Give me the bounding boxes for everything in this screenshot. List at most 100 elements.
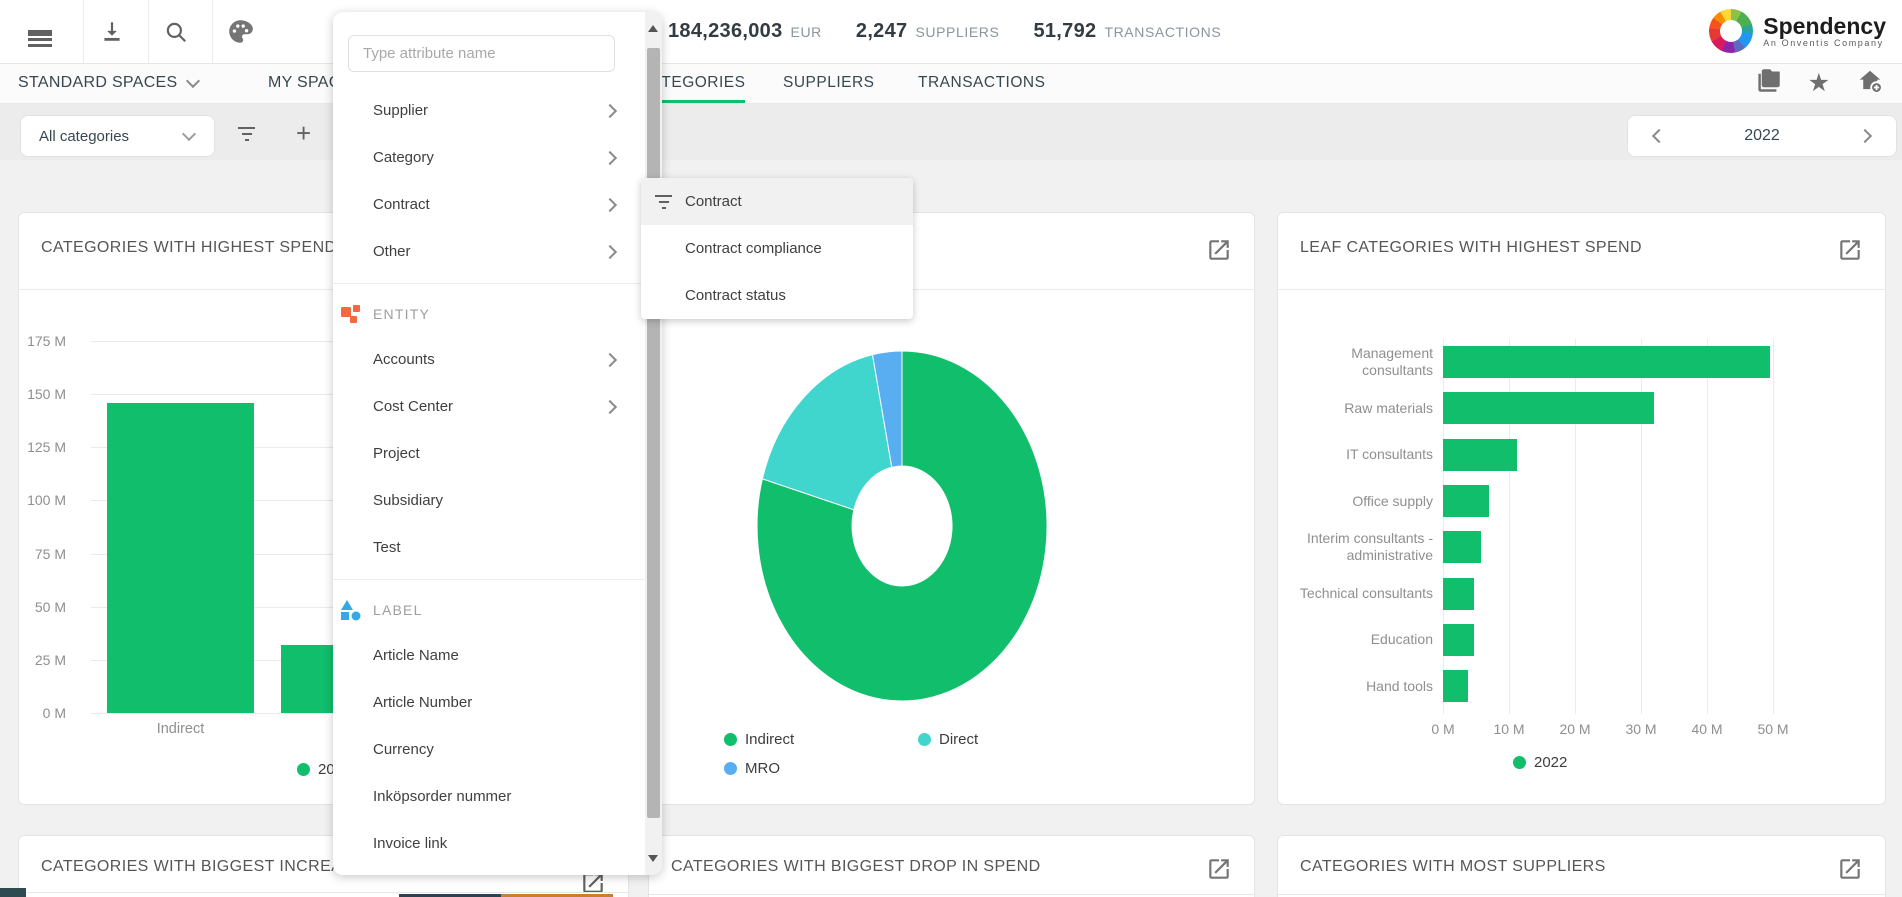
palette-icon[interactable]: [220, 0, 260, 63]
bar-indirect[interactable]: [107, 403, 254, 713]
attribute-item[interactable]: Category: [333, 134, 645, 181]
submenu-item[interactable]: Contract status: [641, 272, 913, 319]
legend-dot: [1513, 756, 1526, 769]
bar-it-consultants[interactable]: [1443, 439, 1517, 471]
topbar: 184,236,003EUR2,247SUPPLIERS51,792TRANSA…: [0, 0, 1902, 64]
logo-name: Spendency: [1763, 14, 1886, 38]
divider: [649, 894, 1254, 895]
open-in-new-icon[interactable]: [1206, 856, 1232, 882]
category-label: Management consultants: [1278, 339, 1433, 385]
bar-management-consultants[interactable]: [1443, 346, 1770, 378]
stat-value: 184,236,003: [668, 20, 783, 43]
category-label: Hand tools: [1278, 663, 1433, 709]
gridline: [1773, 339, 1774, 714]
open-in-new-icon[interactable]: [1837, 856, 1863, 882]
standard-spaces-label: STANDARD SPACES: [18, 74, 178, 92]
legend-dot: [724, 762, 737, 775]
search-icon[interactable]: [156, 0, 196, 63]
attribute-item-label: Category: [373, 149, 434, 166]
section-header-entity: ENTITY: [333, 292, 645, 336]
submenu-item[interactable]: Contract compliance: [641, 225, 913, 272]
y-axis-label: 0 M: [19, 705, 66, 721]
year-value[interactable]: 2022: [1628, 127, 1896, 145]
attribute-search-input[interactable]: [348, 35, 615, 72]
x-axis-label: 40 M: [1691, 721, 1722, 737]
hamburger-menu-icon[interactable]: [20, 0, 60, 63]
attribute-item[interactable]: Accounts: [333, 336, 645, 383]
attribute-item-label: Article Number: [373, 694, 472, 711]
tab-transactions[interactable]: TRANSACTIONS: [918, 63, 1045, 103]
bar-interim-consultants-administrative[interactable]: [1443, 531, 1481, 563]
gridline: [1707, 339, 1708, 714]
legend-dot: [724, 733, 737, 746]
x-axis-label: 30 M: [1625, 721, 1656, 737]
bar-raw-materials[interactable]: [1443, 392, 1654, 424]
entity-icon: [340, 303, 362, 325]
attribute-item[interactable]: Article Name: [333, 632, 645, 679]
scroll-down-icon[interactable]: [648, 855, 658, 862]
y-axis-label: 75 M: [19, 546, 66, 562]
attribute-item[interactable]: Currency: [333, 726, 645, 773]
legend-dot: [297, 763, 310, 776]
attribute-item[interactable]: Inköpsorder nummer: [333, 773, 645, 820]
standard-spaces-selector[interactable]: STANDARD SPACES: [18, 63, 198, 103]
space-actions: ★: [1755, 63, 1884, 103]
attribute-item[interactable]: Test: [333, 524, 645, 571]
folders-icon[interactable]: [1755, 67, 1782, 99]
attribute-item[interactable]: Other: [333, 228, 645, 275]
attribute-item[interactable]: Cost Center: [333, 383, 645, 430]
divider: [333, 283, 645, 284]
section-label: LABEL: [373, 602, 423, 618]
section-label: ENTITY: [373, 306, 430, 322]
filter-bar: All categories + 2022: [0, 103, 1902, 160]
attribute-item[interactable]: Subsidiary: [333, 477, 645, 524]
hbar-chart-leaf-categories: 0 M10 M20 M30 M40 M50 MManagement consul…: [1278, 213, 1885, 804]
chevron-right-icon: [603, 103, 617, 117]
attribute-item[interactable]: Contract: [333, 181, 645, 228]
scrollbar-thumb[interactable]: [647, 48, 660, 818]
attribute-item[interactable]: Invoice link: [333, 820, 645, 867]
card-biggest-drop: CATEGORIES WITH BIGGEST DROP IN SPEND: [648, 835, 1255, 897]
section-header-label: LABEL: [333, 588, 645, 632]
favorite-star-icon[interactable]: ★: [1808, 71, 1830, 96]
stat-value: 51,792: [1033, 20, 1096, 43]
attribute-item[interactable]: Supplier: [333, 87, 645, 134]
attribute-item[interactable]: Article Number: [333, 679, 645, 726]
chevron-down-icon: [182, 127, 196, 141]
bar-hand-tools[interactable]: [1443, 670, 1468, 702]
attribute-item-label: Invoice link: [373, 835, 447, 852]
divider: [1278, 894, 1885, 895]
submenu-item[interactable]: Contract: [641, 178, 913, 225]
bar-technical-consultants[interactable]: [1443, 578, 1474, 610]
category-label: IT consultants: [1278, 432, 1433, 478]
scroll-up-icon[interactable]: [648, 25, 658, 32]
chevron-right-icon: [603, 197, 617, 211]
download-icon[interactable]: [92, 0, 132, 63]
x-category-label: Indirect: [107, 721, 254, 737]
x-axis-label: 20 M: [1559, 721, 1590, 737]
spendency-logo-ring-icon: [1709, 9, 1753, 53]
tab-suppliers[interactable]: SUPPLIERS: [783, 63, 875, 103]
submenu-item-label: Contract status: [685, 287, 786, 304]
contract-submenu: ContractContract compliance Contract stat…: [641, 178, 913, 319]
year-navigator: 2022: [1627, 115, 1897, 157]
bar-office-supply[interactable]: [1443, 485, 1489, 517]
chevron-down-icon: [185, 74, 199, 88]
home-add-icon[interactable]: [1856, 67, 1884, 100]
filter-icon[interactable]: [238, 127, 255, 141]
stat-unit: EUR: [791, 24, 822, 40]
attribute-item[interactable]: Project: [333, 430, 645, 477]
attribute-item-label: Other: [373, 243, 411, 260]
attribute-item-label: Subsidiary: [373, 492, 443, 509]
category-filter-dropdown[interactable]: All categories: [20, 115, 215, 157]
chart-legend-item: MRO: [724, 760, 780, 777]
card-leaf-categories: LEAF CATEGORIES WITH HIGHEST SPEND 0 M10…: [1277, 212, 1886, 805]
attribute-item-label: Project: [373, 445, 420, 462]
attribute-item-label: Currency: [373, 741, 434, 758]
bar-education[interactable]: [1443, 624, 1474, 656]
add-filter-icon[interactable]: +: [296, 123, 311, 143]
chevron-right-icon: [603, 150, 617, 164]
y-axis-label: 150 M: [19, 386, 66, 402]
stat-unit: TRANSACTIONS: [1104, 24, 1221, 40]
panel-scrollbar[interactable]: [645, 12, 662, 875]
